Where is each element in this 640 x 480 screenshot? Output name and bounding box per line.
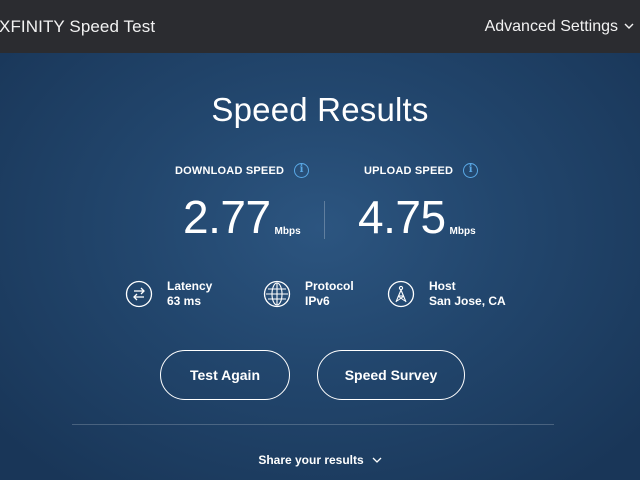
- download-speed-label-group: DOWNLOAD SPEED i: [175, 163, 310, 178]
- top-bar: XFINITY Speed Test Advanced Settings: [0, 0, 640, 53]
- host-stat: Host San Jose, CA: [387, 279, 506, 309]
- swap-arrows-icon: [125, 280, 153, 308]
- latency-label: Latency: [167, 279, 213, 293]
- host-label: Host: [429, 279, 456, 293]
- speed-divider: [324, 201, 325, 239]
- download-speed-number: 2.77: [183, 191, 271, 243]
- upload-speed-label-group: UPLOAD SPEED i: [364, 163, 479, 178]
- tower-icon: [387, 280, 415, 308]
- chevron-down-icon: [624, 23, 634, 29]
- protocol-stat: Protocol IPv6: [263, 279, 354, 309]
- chevron-down-icon: [372, 457, 382, 463]
- app-title: XFINITY Speed Test: [0, 16, 156, 36]
- page-title: Speed Results: [211, 91, 429, 128]
- host-value: San Jose, CA: [429, 294, 506, 308]
- upload-speed-label: UPLOAD SPEED: [364, 164, 454, 177]
- protocol-label: Protocol: [305, 279, 354, 293]
- upload-info-icon[interactable]: i: [463, 163, 479, 178]
- advanced-settings-label: Advanced Settings: [484, 17, 618, 35]
- globe-icon: [263, 280, 291, 308]
- upload-speed-number: 4.75: [358, 191, 446, 243]
- advanced-settings-button[interactable]: Advanced Settings: [485, 18, 634, 36]
- download-speed-label: DOWNLOAD SPEED: [175, 164, 285, 177]
- upload-speed-value: 4.75 Mbps: [358, 194, 476, 240]
- results-panel: Speed Results DOWNLOAD SPEED i UPLOAD SP…: [0, 53, 640, 480]
- speed-survey-button[interactable]: Speed Survey: [317, 350, 465, 400]
- protocol-value: IPv6: [305, 294, 330, 308]
- download-info-icon[interactable]: i: [294, 163, 310, 178]
- download-speed-value: 2.77 Mbps: [183, 194, 301, 240]
- download-speed-unit: Mbps: [274, 226, 301, 237]
- test-again-button[interactable]: Test Again: [160, 350, 290, 400]
- section-divider: [72, 424, 554, 425]
- share-results-label: Share your results: [258, 453, 364, 467]
- share-results-toggle[interactable]: Share your results: [0, 453, 640, 467]
- latency-value: 63 ms: [167, 294, 202, 308]
- upload-speed-unit: Mbps: [449, 226, 476, 237]
- latency-stat: Latency 63 ms: [125, 279, 212, 309]
